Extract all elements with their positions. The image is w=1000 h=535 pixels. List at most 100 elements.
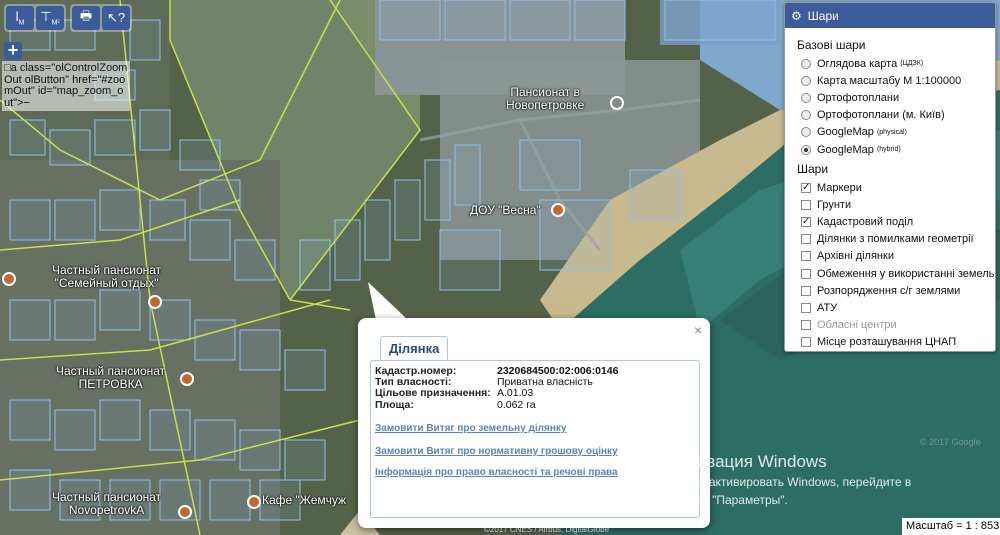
radio-button[interactable] xyxy=(801,110,811,121)
area-value: 0.062 га xyxy=(497,398,536,411)
radio-button[interactable] xyxy=(801,92,811,103)
checkbox[interactable] xyxy=(801,303,811,314)
windows-activation-notice: Активация Windows Чтобы активировать Win… xyxy=(670,452,911,508)
zoom-in-button[interactable]: + xyxy=(4,41,22,60)
measure-length-icon: lM xyxy=(15,9,25,27)
map-label-semeiny: Частный пансионат "Семейный отдых" xyxy=(52,263,162,290)
map-watermark: © 2017 Google xyxy=(920,437,981,447)
order-valuation-extract-link[interactable]: Замовити Витяг про нормативну грошову оц… xyxy=(375,446,618,457)
field-key: Цільове призначення: xyxy=(375,387,491,400)
print-button[interactable]: 🖶 xyxy=(72,6,100,30)
checkbox[interactable] xyxy=(801,234,811,245)
info-button[interactable]: ↖? xyxy=(102,6,130,30)
overlay-layer-option[interactable]: Розпорядження с/г землями xyxy=(797,282,995,299)
overlay-layer-label: Обласні центри xyxy=(817,319,897,332)
map-label-novopetrovka: Частный пансионат NovopetrovkA xyxy=(52,490,162,517)
base-layer-label: Оглядова карта xyxy=(817,57,898,70)
radio-button[interactable] xyxy=(801,58,811,69)
map-label-dou: ДОУ "Весна" xyxy=(470,203,541,217)
base-layer-label: Ортофотоплани (м. Київ) xyxy=(817,109,945,122)
base-layer-label: GoogleMap xyxy=(817,126,874,139)
checkbox[interactable] xyxy=(801,199,811,210)
cadastral-number: 2320684500:02:006:0146 xyxy=(497,365,619,377)
parcel-info: Кадастр.номер: 2320684500:02:006:0146 Тип… xyxy=(375,365,619,411)
overlay-layer-option[interactable]: Архівні ділянки xyxy=(797,248,995,265)
overlay-layer-label: Розпорядження с/г землями xyxy=(817,284,961,297)
poi-pansionat-icon[interactable] xyxy=(610,96,624,110)
checkbox[interactable] xyxy=(801,268,811,279)
purpose-code: A.01.03 xyxy=(497,387,534,400)
base-layers-title: Базові шари xyxy=(797,38,866,52)
action-tools: 🖶 ↖? xyxy=(70,4,132,32)
base-layer-label: GoogleMap xyxy=(817,143,874,156)
overlay-layer-label: Архівні ділянки xyxy=(817,250,894,263)
layers-panel: ⚙ Шари Базові шари Оглядова карта (ЦДЗК)… xyxy=(784,2,996,352)
activation-line1: Чтобы активировать Windows, перейдите в xyxy=(670,475,912,489)
map-label-pansionat: Пансионат в Новопетровке xyxy=(506,85,585,112)
overlay-layer-label: Обмеження у використанні земель xyxy=(817,267,995,280)
popup-tabs: Ділянка xyxy=(370,336,700,360)
base-layer-option[interactable]: Ортофотоплани (м. Київ) xyxy=(797,107,995,124)
base-layer-option[interactable]: GoogleMap (physical) xyxy=(797,124,995,141)
overlay-layer-option[interactable]: Грунти xyxy=(797,196,995,213)
base-layer-sup: (hybrid) xyxy=(876,146,901,154)
base-layer-sup: (physical) xyxy=(876,128,907,136)
poi-hotel-icon[interactable] xyxy=(2,272,16,286)
measure-area-icon: ⊤M² xyxy=(40,9,60,27)
map-copyright: ©2017 CNES / Airbus, DigitalGlobe xyxy=(484,525,610,534)
overlay-layer-option[interactable]: АТУ xyxy=(797,299,995,316)
activation-line2: раздел "Параметры". xyxy=(670,493,788,507)
overlay-layer-label: Маркери xyxy=(817,181,862,194)
base-layer-option[interactable]: Ортофотоплани xyxy=(797,89,995,106)
tab-parcel[interactable]: Ділянка xyxy=(380,336,449,360)
radio-button[interactable] xyxy=(801,127,811,138)
checkbox xyxy=(801,320,811,331)
layers-title: Шари xyxy=(807,8,839,23)
overlay-layer-option[interactable]: Ділянки з помилками геометрії xyxy=(797,231,995,248)
checkbox[interactable] xyxy=(801,251,811,262)
poi-dou-icon[interactable] xyxy=(551,203,565,217)
popup-content: Кадастр.номер: 2320684500:02:006:0146 Тип… xyxy=(370,360,700,518)
overlay-layer-option[interactable]: ✓ Кадастровий поділ xyxy=(797,214,995,231)
measure-length-button[interactable]: lM xyxy=(6,6,34,30)
overlay-layer-option[interactable]: ✓ Маркери xyxy=(797,179,995,196)
parcel-popup: × Ділянка Кадастр.номер: 2320684500:02:00… xyxy=(358,318,710,528)
zoom-out-raw-markup[interactable]: □a class="olControlZoomOut olButton" hre… xyxy=(2,61,130,111)
poi-cafe-icon[interactable] xyxy=(247,495,261,509)
overlay-layer-option[interactable]: Обмеження у використанні земель xyxy=(797,265,995,282)
ownership-type: Приватна власність xyxy=(497,376,593,389)
base-layer-option[interactable]: Карта масштабу М 1:100000 xyxy=(797,72,995,89)
poi-novopetrovka-icon[interactable] xyxy=(178,505,192,519)
measure-area-button[interactable]: ⊤M² xyxy=(36,6,64,30)
base-layer-option[interactable]: GoogleMap (hybrid) xyxy=(797,141,995,158)
overlay-layer-option[interactable]: Місце розташування ЦНАП xyxy=(797,334,995,351)
base-layer-sup: (ЦДЗК) xyxy=(900,60,924,68)
field-key: Площа: xyxy=(375,398,414,411)
poi-petrovka-icon[interactable] xyxy=(180,372,194,386)
radio-button[interactable] xyxy=(801,75,811,86)
overlay-layer-label: АТУ xyxy=(817,302,838,315)
info-cursor-icon: ↖? xyxy=(106,10,126,25)
map-label-petrovka: Частный пансионат ПЕТРОВКА xyxy=(56,364,166,391)
overlay-layers-title: Шари xyxy=(797,162,829,177)
base-layer-label: Карта масштабу М 1:100000 xyxy=(817,74,962,87)
checkbox[interactable] xyxy=(801,285,811,296)
layers-header[interactable]: ⚙ Шари xyxy=(785,3,995,28)
overlay-layer-label: Кадастровий поділ xyxy=(817,216,914,229)
checkbox[interactable]: ✓ xyxy=(801,182,811,193)
gear-icon: ⚙ xyxy=(791,8,802,23)
order-land-extract-link[interactable]: Замовити Витяг про земельну ділянку xyxy=(375,423,566,434)
activation-title: Активация Windows xyxy=(670,452,827,471)
base-layer-label: Ортофотоплани xyxy=(817,91,900,104)
radio-button[interactable] xyxy=(801,144,811,155)
overlay-layer-label: Ділянки з помилками геометрії xyxy=(817,233,974,246)
map-toolbar: lM ⊤M² 🖶 ↖? xyxy=(4,4,132,32)
poi-semeiny-icon[interactable] xyxy=(148,295,162,309)
scale-readout: Масштаб = 1 : 8531 xyxy=(902,518,1000,535)
checkbox[interactable] xyxy=(801,337,811,348)
popup-pointer xyxy=(368,282,408,320)
checkbox[interactable]: ✓ xyxy=(801,217,811,228)
measure-tools: lM ⊤M² xyxy=(4,4,66,32)
ownership-info-link[interactable]: Інформація про право власності та речові… xyxy=(375,467,618,478)
base-layer-option[interactable]: Оглядова карта (ЦДЗК) xyxy=(797,55,995,72)
